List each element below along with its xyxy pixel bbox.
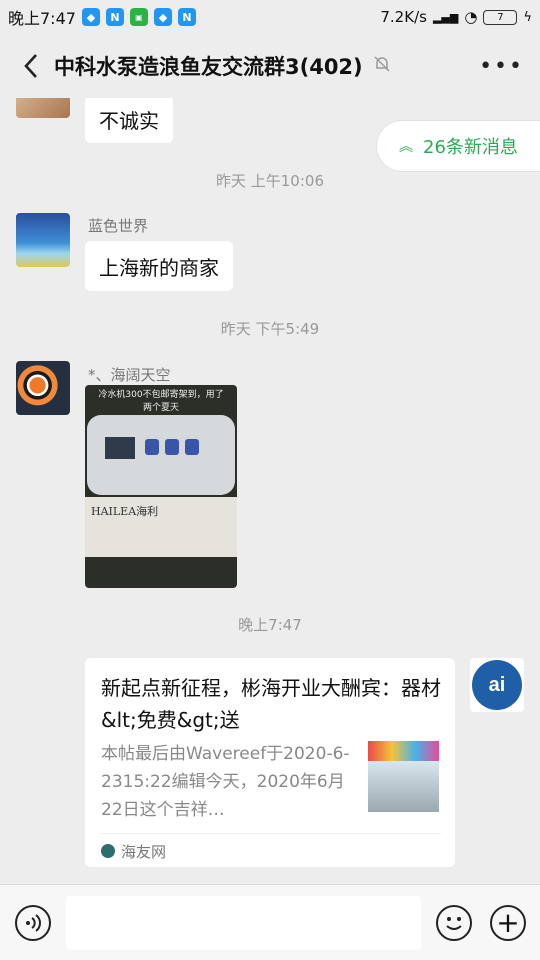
voice-button[interactable] bbox=[15, 905, 51, 941]
sender-name: 蓝色世界 bbox=[88, 217, 149, 235]
source-name: 海友网 bbox=[121, 842, 167, 861]
thumbnail-people bbox=[368, 761, 439, 812]
chevron-left-icon bbox=[24, 54, 37, 78]
divider bbox=[101, 833, 441, 834]
chevron-double-up-icon: ︽ bbox=[399, 139, 413, 155]
app-notification-icon: N bbox=[177, 8, 196, 26]
app-notification-icon: ◆ bbox=[81, 8, 100, 26]
link-card-source: 海友网 bbox=[101, 840, 166, 862]
link-card-thumbnail bbox=[368, 741, 439, 812]
emoji-button[interactable] bbox=[436, 905, 472, 941]
input-bar: + bbox=[0, 884, 540, 960]
plus-icon: + bbox=[496, 906, 520, 939]
back-button[interactable] bbox=[16, 51, 46, 81]
battery-level: 7 bbox=[497, 11, 504, 23]
message-text: 不诚实 bbox=[99, 108, 159, 133]
link-card-description: 本帖最后由Wavereef于2020-6-2315:22编辑今天，2020年6月… bbox=[101, 744, 350, 820]
plus-button[interactable]: + bbox=[490, 905, 526, 941]
sender-name: *、海阔天空 bbox=[88, 366, 171, 384]
network-speed: 7.2K/s bbox=[380, 8, 427, 26]
brand-label: HAILEA海利 bbox=[91, 505, 159, 518]
thumbnail-banner bbox=[368, 741, 439, 761]
signal-icon: ▂▄▆ bbox=[432, 10, 459, 24]
new-messages-button[interactable]: ︽ 26条新消息 bbox=[376, 120, 540, 172]
source-icon bbox=[101, 844, 115, 858]
avatar-logo: ai bbox=[472, 660, 522, 710]
message-image[interactable]: 冷水机300不包邮寄架到，用了两个夏天 HAILEA海利 bbox=[85, 385, 237, 588]
device-button bbox=[165, 439, 179, 455]
image-caption: 冷水机300不包邮寄架到，用了两个夏天 bbox=[98, 390, 224, 413]
voice-icon bbox=[26, 914, 41, 932]
more-button[interactable]: ••• bbox=[479, 54, 524, 79]
link-card[interactable]: 新起点新征程，彬海开业大酬宾：器材&lt;免费&gt;送 本帖最后由Wavere… bbox=[85, 658, 455, 867]
link-card-title: 新起点新征程，彬海开业大酬宾：器材&lt;免费&gt;送 bbox=[101, 676, 441, 732]
device-button bbox=[145, 439, 159, 455]
message-timestamp: 晚上7:47 bbox=[238, 616, 302, 634]
avatar[interactable] bbox=[16, 98, 70, 118]
message-bubble[interactable]: 不诚实 bbox=[85, 98, 173, 143]
bell-off-icon bbox=[373, 55, 391, 77]
message-text: 上海新的商家 bbox=[99, 255, 219, 280]
wifi-icon: ◔ bbox=[464, 8, 478, 26]
app-notification-icon: ▣ bbox=[129, 8, 148, 26]
chat-messages[interactable]: 不诚实 ︽ 26条新消息 昨天 上午10:06 蓝色世界 上海新的商家 昨天 下… bbox=[0, 98, 540, 884]
avatar[interactable] bbox=[16, 213, 70, 267]
new-messages-label: 26条新消息 bbox=[423, 137, 518, 158]
device-button bbox=[185, 439, 199, 455]
message-input[interactable] bbox=[66, 896, 421, 950]
status-bar: 晚上7:47 ◆ N ▣ ◆ N 7.2K/s ▂▄▆ ◔ 7 ϟ bbox=[0, 0, 540, 34]
message-timestamp: 昨天 上午10:06 bbox=[216, 172, 324, 190]
avatar[interactable] bbox=[16, 361, 70, 415]
app-notification-icon: ◆ bbox=[153, 8, 172, 26]
avatar-logo-text: ai bbox=[488, 673, 506, 696]
charging-icon: ϟ bbox=[523, 9, 532, 25]
emoji-icon bbox=[446, 917, 462, 930]
status-time: 晚上7:47 bbox=[8, 9, 76, 28]
app-notification-icon: N bbox=[105, 8, 124, 26]
display-screen bbox=[105, 437, 135, 459]
avatar[interactable]: ai bbox=[470, 658, 524, 712]
message-timestamp: 昨天 下午5:49 bbox=[220, 320, 320, 338]
battery-icon: 7 bbox=[483, 9, 518, 25]
chat-header: 中科水泵造浪鱼友交流群3(402) ••• bbox=[0, 34, 540, 98]
message-bubble[interactable]: 上海新的商家 bbox=[85, 241, 233, 291]
chat-title: 中科水泵造浪鱼友交流群3(402) bbox=[54, 55, 363, 79]
